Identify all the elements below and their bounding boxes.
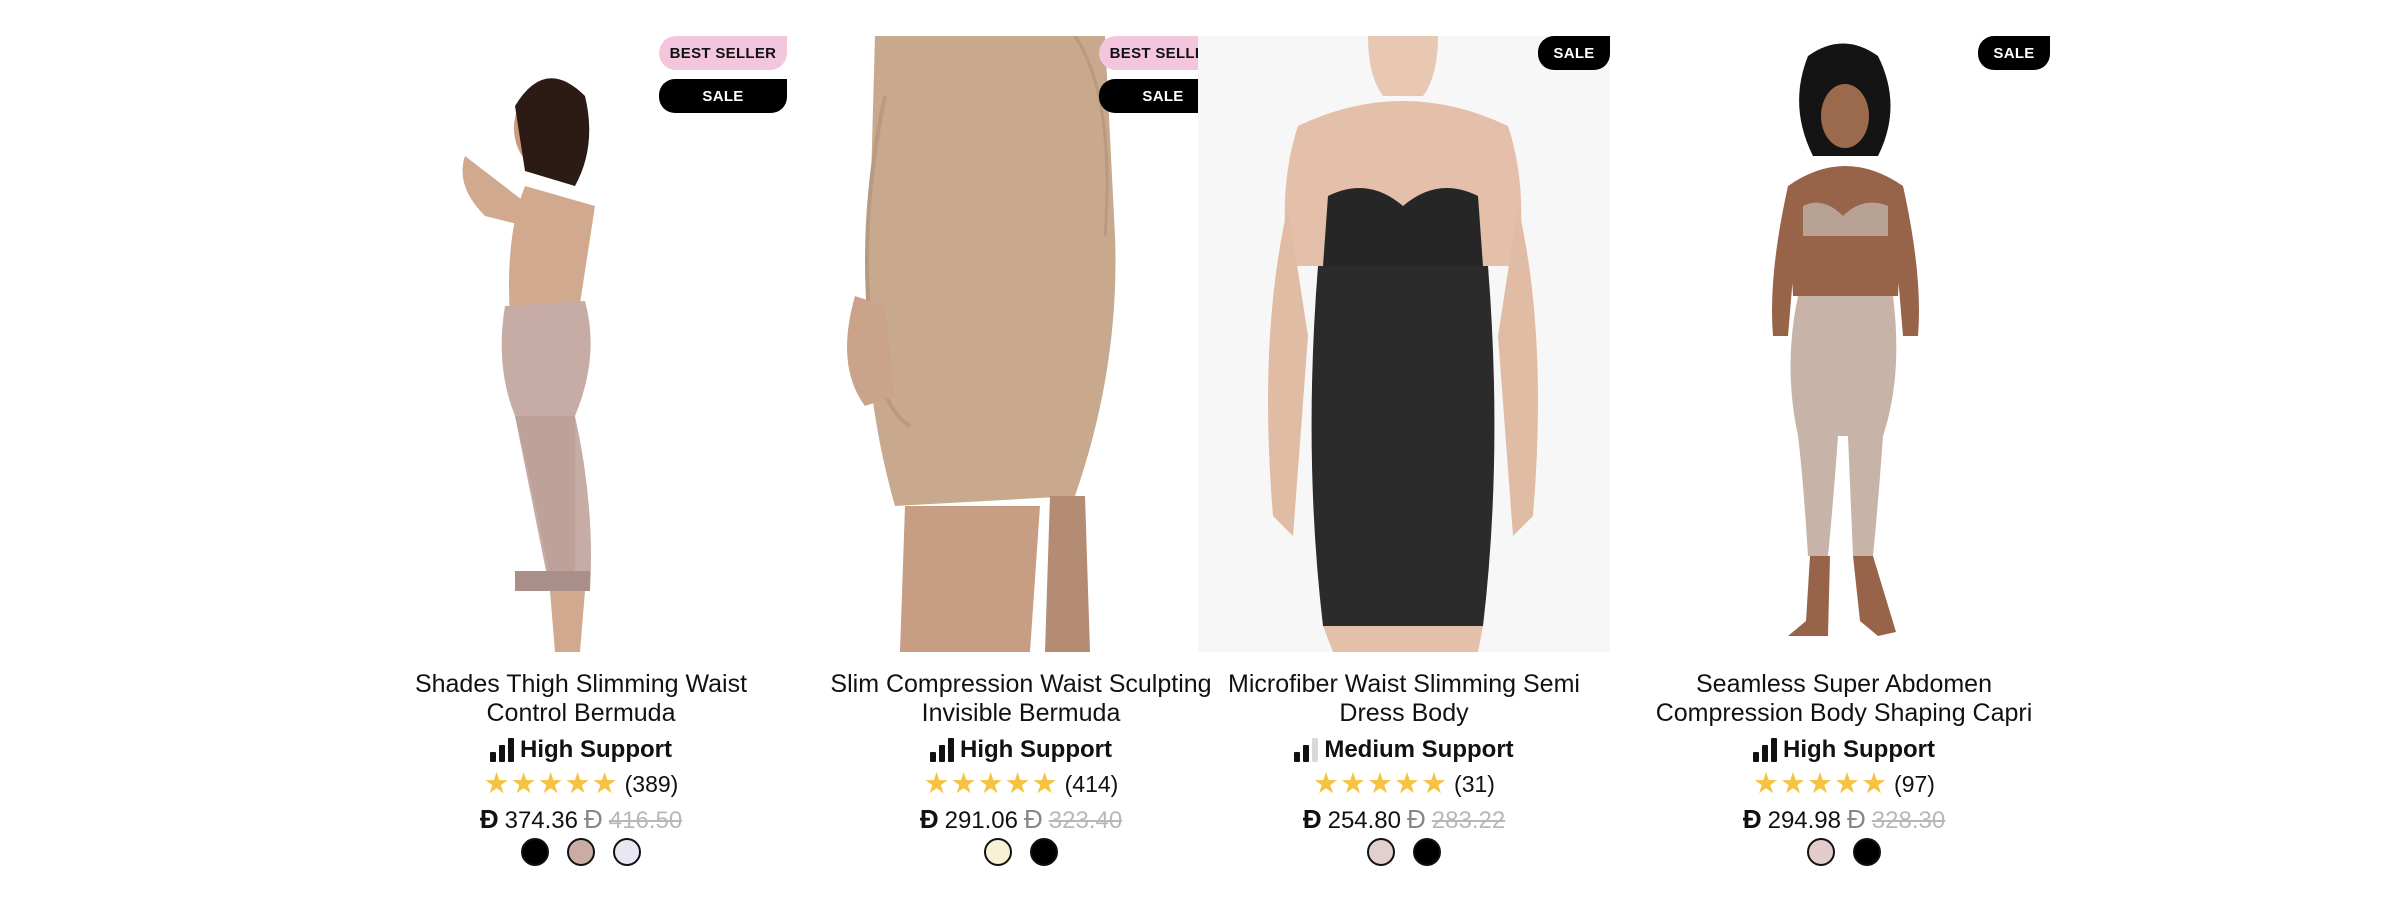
- currency-symbol: Đ: [1302, 804, 1322, 834]
- support-bars-icon: [1753, 738, 1778, 762]
- review-count: (389): [624, 771, 679, 797]
- support-level: High Support: [375, 736, 787, 764]
- color-swatches: [1198, 838, 1610, 866]
- support-level: High Support: [1638, 736, 2050, 764]
- review-count: (31): [1454, 771, 1495, 797]
- product-photo-body-shaping-capri: [1638, 36, 2050, 652]
- product-name[interactable]: Shades Thigh Slimming Waist Control Berm…: [375, 670, 787, 728]
- sale-badge: SALE: [1978, 36, 2050, 70]
- product-card[interactable]: SALE Seamless Super Abdomen Compression …: [1638, 36, 2050, 896]
- price: Đ 291.06 Đ 323.40: [815, 804, 1227, 835]
- product-name[interactable]: Slim Compression Waist Sculpting Invisib…: [815, 670, 1227, 728]
- sale-badge: SALE: [659, 79, 787, 113]
- current-price: 294.98: [1767, 807, 1841, 834]
- color-swatch-blush[interactable]: [1367, 838, 1395, 866]
- support-bars-icon: [930, 738, 955, 762]
- price: Đ 374.36 Đ 416.50: [375, 804, 787, 835]
- old-currency-symbol: Đ: [1024, 804, 1043, 834]
- color-swatch-black[interactable]: [1030, 838, 1058, 866]
- color-swatch-black[interactable]: [1413, 838, 1441, 866]
- star-rating-icon: ★★★★★: [1313, 768, 1449, 800]
- support-bars-icon: [490, 738, 515, 762]
- support-bars-icon: [1294, 738, 1319, 762]
- color-swatch-nude[interactable]: [567, 838, 595, 866]
- support-label: High Support: [520, 736, 672, 763]
- rating[interactable]: ★★★★★ (31): [1198, 770, 1610, 799]
- product-image[interactable]: SALE: [1638, 36, 2050, 652]
- support-label: Medium Support: [1324, 736, 1514, 763]
- old-price: 323.40: [1048, 807, 1123, 834]
- review-count: (414): [1064, 771, 1119, 797]
- color-swatch-black[interactable]: [1853, 838, 1881, 866]
- product-image[interactable]: BEST SELLER SALE: [815, 36, 1227, 652]
- star-rating-icon: ★★★★★: [1753, 768, 1889, 800]
- product-card[interactable]: BEST SELLER SALE Slim Compression Waist …: [815, 36, 1227, 896]
- color-swatches: [1638, 838, 2050, 866]
- color-swatch-blush[interactable]: [1807, 838, 1835, 866]
- old-price: 328.30: [1871, 807, 1946, 834]
- current-price: 374.36: [504, 807, 578, 834]
- support-level: High Support: [815, 736, 1227, 764]
- currency-symbol: Đ: [479, 804, 499, 834]
- current-price: 254.80: [1327, 807, 1401, 834]
- color-swatch-black[interactable]: [521, 838, 549, 866]
- price: Đ 294.98 Đ 328.30: [1638, 804, 2050, 835]
- product-grid: BEST SELLER SALE Shades Thigh Slimming W…: [375, 36, 2055, 896]
- product-name[interactable]: Microfiber Waist Slimming Semi Dress Bod…: [1198, 670, 1610, 728]
- product-photo-shapewear-bermuda: [375, 36, 787, 652]
- support-level: Medium Support: [1198, 736, 1610, 764]
- product-card[interactable]: BEST SELLER SALE Shades Thigh Slimming W…: [375, 36, 787, 896]
- currency-symbol: Đ: [1742, 804, 1762, 834]
- old-currency-symbol: Đ: [584, 804, 603, 834]
- star-rating-icon: ★★★★★: [483, 768, 619, 800]
- product-image[interactable]: SALE: [1198, 36, 1610, 652]
- product-photo-compression-bermuda: [815, 36, 1227, 652]
- rating[interactable]: ★★★★★ (389): [375, 770, 787, 799]
- current-price: 291.06: [944, 807, 1018, 834]
- product-name[interactable]: Seamless Super Abdomen Compression Body …: [1638, 670, 2050, 728]
- rating[interactable]: ★★★★★ (97): [1638, 770, 2050, 799]
- old-price: 416.50: [608, 807, 683, 834]
- color-swatch-lavender[interactable]: [613, 838, 641, 866]
- support-label: High Support: [1783, 736, 1935, 763]
- review-count: (97): [1894, 771, 1935, 797]
- best-seller-badge: BEST SELLER: [659, 36, 787, 70]
- old-price: 283.22: [1431, 807, 1506, 834]
- product-card[interactable]: SALE Microfiber Waist Slimming Semi Dres…: [1198, 36, 1610, 896]
- star-rating-icon: ★★★★★: [923, 768, 1059, 800]
- product-photo-semi-dress-body: [1198, 36, 1610, 652]
- currency-symbol: Đ: [919, 804, 939, 834]
- price: Đ 254.80 Đ 283.22: [1198, 804, 1610, 835]
- color-swatch-ivory[interactable]: [984, 838, 1012, 866]
- product-image[interactable]: BEST SELLER SALE: [375, 36, 787, 652]
- color-swatches: [375, 838, 787, 866]
- support-label: High Support: [960, 736, 1112, 763]
- rating[interactable]: ★★★★★ (414): [815, 770, 1227, 799]
- color-swatches: [815, 838, 1227, 866]
- old-currency-symbol: Đ: [1407, 804, 1426, 834]
- sale-badge: SALE: [1538, 36, 1610, 70]
- old-currency-symbol: Đ: [1847, 804, 1866, 834]
